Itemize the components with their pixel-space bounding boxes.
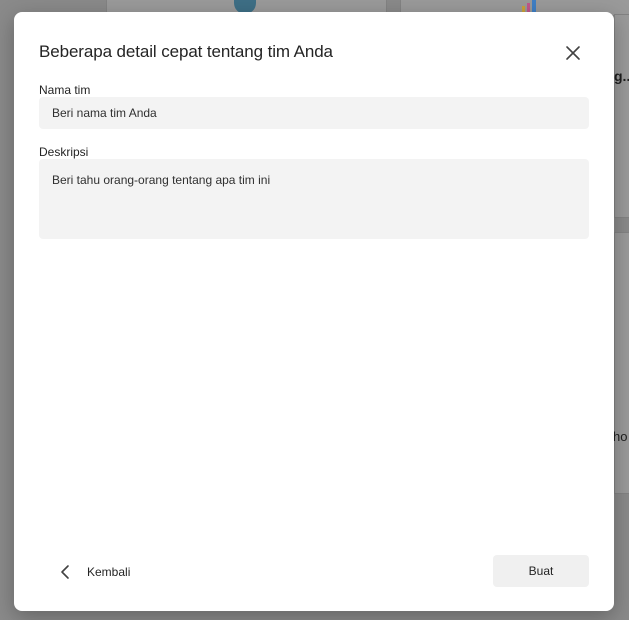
description-input[interactable] xyxy=(39,159,589,239)
dialog-title: Beberapa detail cepat tentang tim Anda xyxy=(39,42,333,61)
create-button-label: Buat xyxy=(528,564,554,578)
team-name-label: Nama tim xyxy=(39,83,91,97)
close-icon[interactable] xyxy=(561,41,585,65)
create-team-dialog: Beberapa detail cepat tentang tim Anda N… xyxy=(14,12,614,611)
background-text: ho xyxy=(613,429,628,444)
chevron-left-icon xyxy=(61,565,69,579)
background-text: g.. xyxy=(614,68,629,84)
background-card xyxy=(614,14,629,218)
description-label: Deskripsi xyxy=(39,145,89,159)
create-button[interactable]: Buat xyxy=(493,555,589,587)
back-button-label: Kembali xyxy=(87,565,131,579)
background-card xyxy=(614,232,629,494)
back-button[interactable]: Kembali xyxy=(59,560,130,584)
team-name-input[interactable] xyxy=(39,97,589,129)
